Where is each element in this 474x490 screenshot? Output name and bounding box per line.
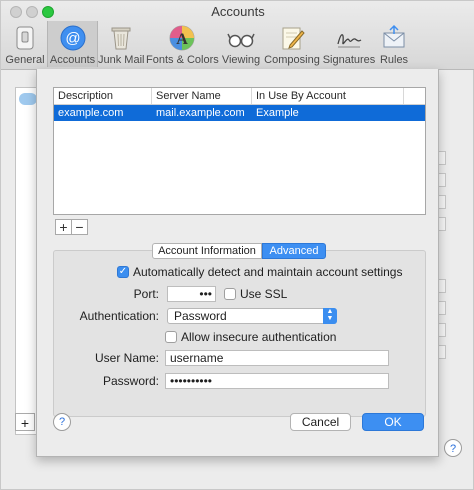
- svg-text:A: A: [176, 31, 188, 48]
- use-ssl-checkbox[interactable]: [224, 288, 236, 300]
- port-field[interactable]: [167, 286, 216, 302]
- use-ssl-label: Use SSL: [240, 287, 288, 301]
- window-title: Accounts: [211, 4, 265, 19]
- envelope-rules-icon: [383, 24, 405, 48]
- glasses-icon: [227, 33, 255, 48]
- icloud-icon: [19, 93, 37, 105]
- signature-icon: [337, 34, 362, 48]
- ok-button[interactable]: OK: [362, 413, 424, 431]
- preferences-window: Accounts General @ Accounts Junk Mail A …: [0, 0, 474, 490]
- toolbar-accounts[interactable]: @ Accounts: [47, 21, 98, 67]
- allow-insecure-label: Allow insecure authentication: [181, 330, 337, 344]
- password-label: Password:: [102, 374, 159, 388]
- toolbar-label: Fonts & Colors: [146, 54, 219, 66]
- toolbar-junk-mail[interactable]: Junk Mail: [98, 21, 144, 67]
- cell-in-use-by: Example: [256, 107, 299, 119]
- column-header-server-name[interactable]: Server Name: [152, 88, 252, 104]
- toolbar-fonts-colors[interactable]: A Fonts & Colors: [146, 21, 219, 67]
- accounts-list-background: [15, 87, 37, 435]
- font-palette-icon: A: [169, 25, 195, 51]
- allow-insecure-checkbox[interactable]: [165, 331, 177, 343]
- toolbar-label: Accounts: [49, 54, 96, 66]
- auto-detect-label: Automatically detect and maintain accoun…: [133, 265, 403, 279]
- cancel-button[interactable]: Cancel: [290, 413, 351, 431]
- table-header: Description Server Name In Use By Accoun…: [54, 88, 425, 105]
- column-header-in-use-by[interactable]: In Use By Account: [252, 88, 404, 104]
- cell-description: example.com: [58, 107, 124, 119]
- server-settings-sheet: Description Server Name In Use By Accoun…: [36, 69, 439, 457]
- toolbar-general[interactable]: General: [5, 21, 45, 67]
- username-field[interactable]: [165, 350, 389, 366]
- background-add-button: +: [15, 413, 35, 431]
- password-field[interactable]: [165, 373, 389, 389]
- remove-server-button[interactable]: −: [71, 219, 88, 235]
- authentication-popup[interactable]: Password ▲ ▼: [167, 308, 337, 324]
- toolbar-label: General: [5, 54, 45, 66]
- authentication-value: Password: [174, 309, 227, 323]
- toolbar-signatures[interactable]: Signatures: [322, 21, 376, 67]
- svg-text:@: @: [65, 30, 80, 47]
- column-header-description[interactable]: Description: [54, 88, 152, 104]
- username-label: User Name:: [94, 351, 159, 365]
- chevron-updown-icon: ▲ ▼: [323, 308, 337, 324]
- toolbar-rules[interactable]: Rules: [378, 21, 410, 67]
- auto-detect-checkbox[interactable]: ✓: [117, 266, 129, 278]
- toolbar-label: Composing: [264, 54, 320, 66]
- pencil-paper-icon: [282, 27, 305, 50]
- toolbar-label: Junk Mail: [98, 54, 145, 66]
- toolbar-composing[interactable]: Composing: [264, 21, 320, 67]
- trash-bin-icon: [111, 27, 131, 50]
- smtp-server-table: Description Server Name In Use By Accoun…: [53, 87, 426, 215]
- authentication-label: Authentication:: [79, 309, 159, 323]
- port-label: Port:: [133, 287, 159, 301]
- toolbar-label: Viewing: [221, 54, 261, 66]
- toolbar-label: Rules: [379, 54, 409, 66]
- background-help-icon: ?: [444, 439, 462, 457]
- table-row[interactable]: example.com mail.example.com Example: [54, 105, 425, 121]
- cell-server-name: mail.example.com: [156, 107, 245, 119]
- at-sign-icon: @: [60, 25, 85, 51]
- help-icon[interactable]: ?: [53, 413, 71, 431]
- tab-advanced[interactable]: Advanced: [262, 243, 326, 259]
- add-server-button[interactable]: +: [55, 219, 72, 235]
- toolbar-label: Signatures: [322, 54, 376, 66]
- tab-account-information[interactable]: Account Information: [152, 243, 262, 259]
- title-toolbar: Accounts General @ Accounts Junk Mail A …: [1, 1, 474, 70]
- general-switch-icon: [16, 26, 34, 50]
- toolbar-viewing[interactable]: Viewing: [220, 21, 262, 67]
